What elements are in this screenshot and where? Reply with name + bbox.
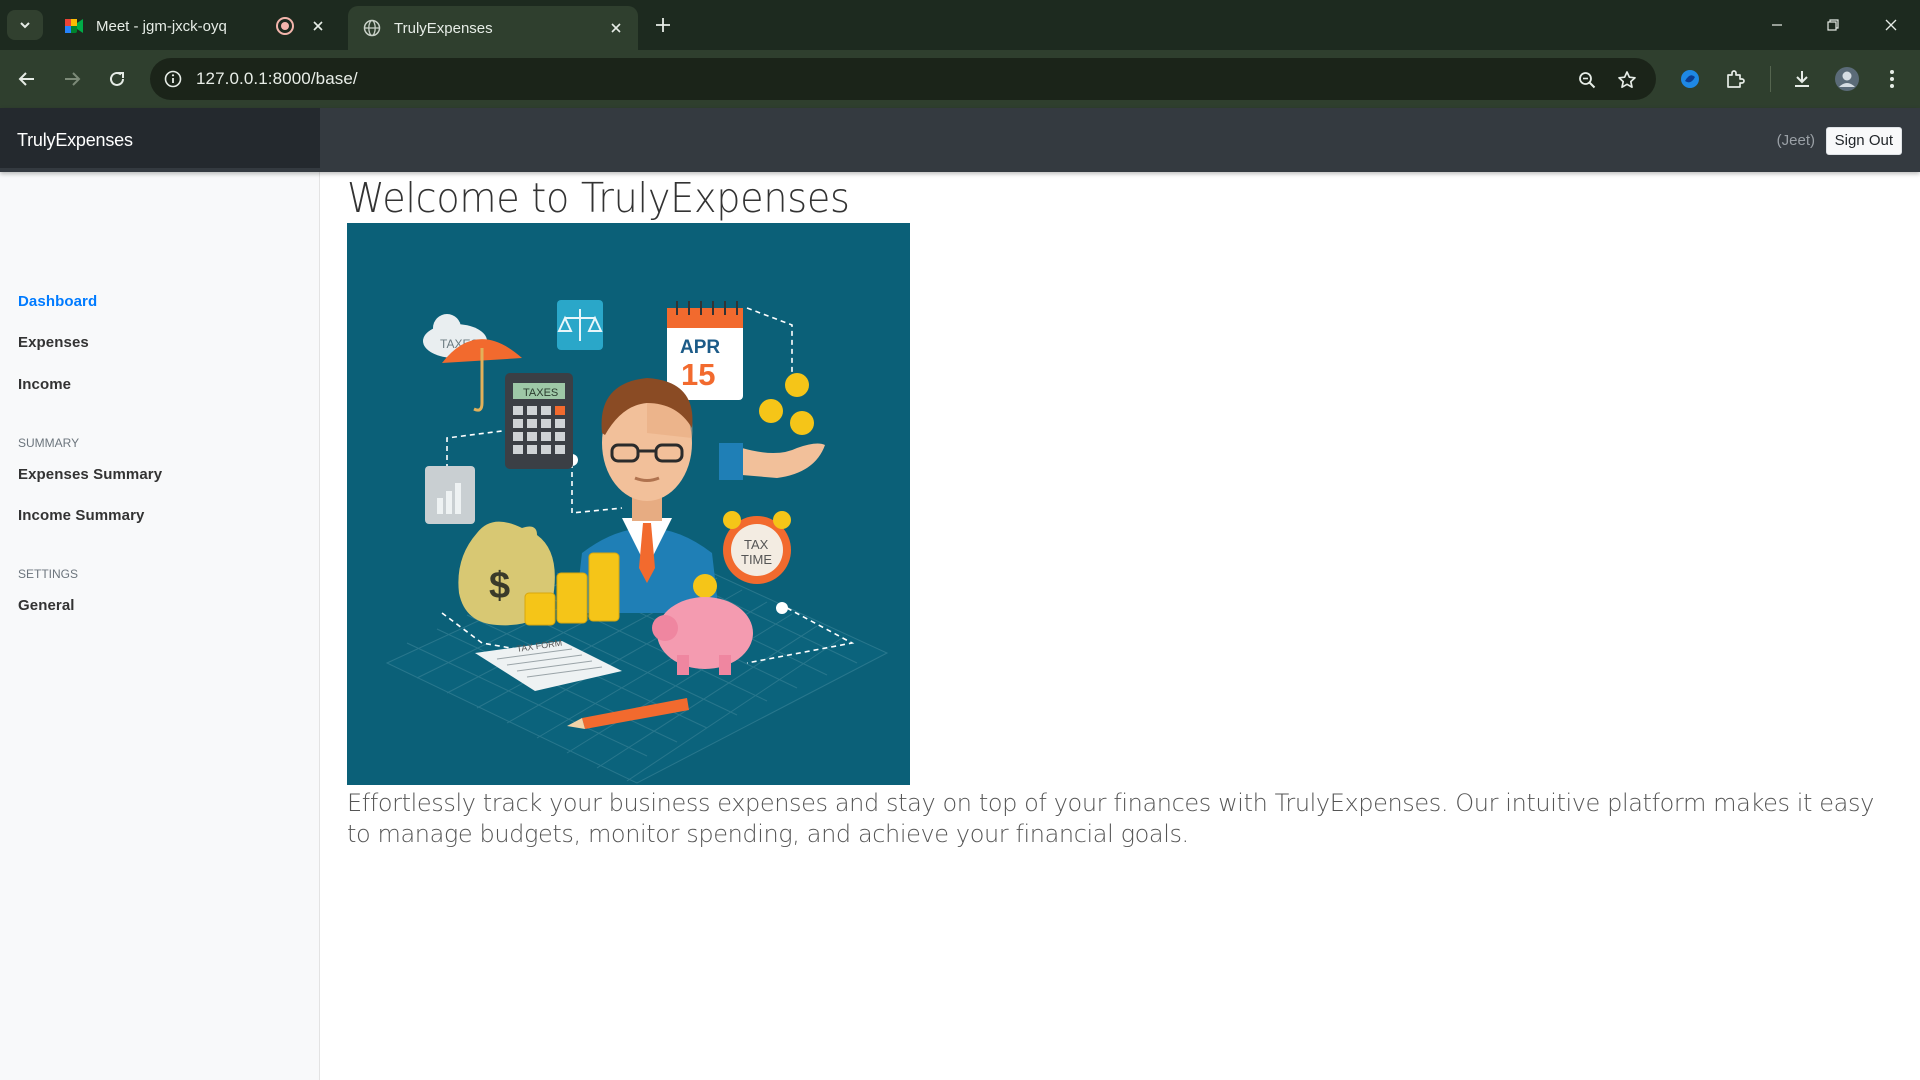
tab-meet[interactable]: Meet - jgm-jxck-oyq [50,6,340,46]
meet-icon [64,16,84,36]
arrow-right-icon [65,72,81,86]
sidebar-item-dashboard[interactable]: Dashboard [18,293,97,310]
sidebar-heading-settings: SETTINGS [18,567,79,581]
sidebar-item-income-summary[interactable]: Income Summary [18,507,144,524]
clock-label-2: TIME [741,552,772,567]
reload-icon [110,71,124,86]
tagline-paragraph: Effortlessly track your business expense… [347,789,1874,848]
close-icon [1885,19,1897,31]
sidebar-item-expenses[interactable]: Expenses [18,334,89,351]
globe-icon [362,18,382,38]
reload-button[interactable] [100,62,134,96]
menu-kebab-icon[interactable] [1875,62,1909,96]
close-icon[interactable] [604,16,628,40]
sidebar-item-expenses-summary[interactable]: Expenses Summary [18,466,162,483]
restore-button[interactable] [1810,8,1856,42]
forward-button[interactable] [55,62,89,96]
minimize-icon [1772,24,1782,26]
extensions-puzzle-icon[interactable] [1718,62,1752,96]
tax-illustration: TAXES APR 15 TAXES $ TAX TIME TAX FORM [347,223,910,785]
sidebar-heading-summary: SUMMARY [18,436,80,450]
sidebar-item-income[interactable]: Income [18,376,71,393]
top-navbar: TrulyExpenses (Jeet) Sign Out [0,108,1920,172]
sidebar-item-general[interactable]: General [18,597,75,614]
toolbar-separator [1770,66,1771,92]
tab-trulyexpenses[interactable]: TrulyExpenses [348,6,638,50]
url-text[interactable]: 127.0.0.1:8000/base/ [196,69,358,89]
back-button[interactable] [10,62,44,96]
bookmark-star-icon[interactable] [1614,67,1640,93]
close-icon[interactable] [306,14,330,38]
page-title: Welcome to TrulyExpenses [347,174,850,222]
username-label: (Jeet) [1776,132,1815,149]
arrow-left-icon [18,72,34,86]
tax-illustration-graphic: TAXES APR 15 TAXES $ TAX TIME TAX FORM [385,300,889,784]
close-window-button[interactable] [1868,8,1914,42]
tab-search-button[interactable] [7,10,43,40]
dollar-sign-glyph: $ [489,565,510,607]
profile-avatar-icon[interactable] [1830,62,1864,96]
sign-out-button[interactable]: Sign Out [1825,127,1902,155]
calendar-month-label: APR [680,337,720,358]
minimize-button[interactable] [1754,8,1800,42]
sidebar: Dashboard Expenses Income SUMMARY Expens… [0,172,320,1080]
brand-logo[interactable]: TrulyExpenses [0,108,320,168]
recording-icon [276,17,294,35]
zoom-icon[interactable] [1574,67,1600,93]
calculator-taxes-label: TAXES [523,387,558,399]
plus-icon [656,18,670,32]
clock-label-1: TAX [744,537,769,552]
browser-toolbar: 127.0.0.1:8000/base/ [0,50,1920,108]
page: TrulyExpenses (Jeet) Sign Out Dashboard … [0,108,1920,1080]
restore-icon [1827,19,1839,31]
site-info-icon[interactable] [160,66,186,92]
browser-tabstrip: Meet - jgm-jxck-oyq TrulyExpenses [0,0,1920,50]
chevron-down-icon [20,22,30,29]
address-bar[interactable]: 127.0.0.1:8000/base/ [150,58,1656,100]
tab-title: TrulyExpenses [394,19,493,37]
extension-icon[interactable] [1673,62,1707,96]
tab-title: Meet - jgm-jxck-oyq [96,17,227,35]
calendar-day-label: 15 [681,357,715,392]
new-tab-button[interactable] [650,12,676,38]
download-icon[interactable] [1785,62,1819,96]
